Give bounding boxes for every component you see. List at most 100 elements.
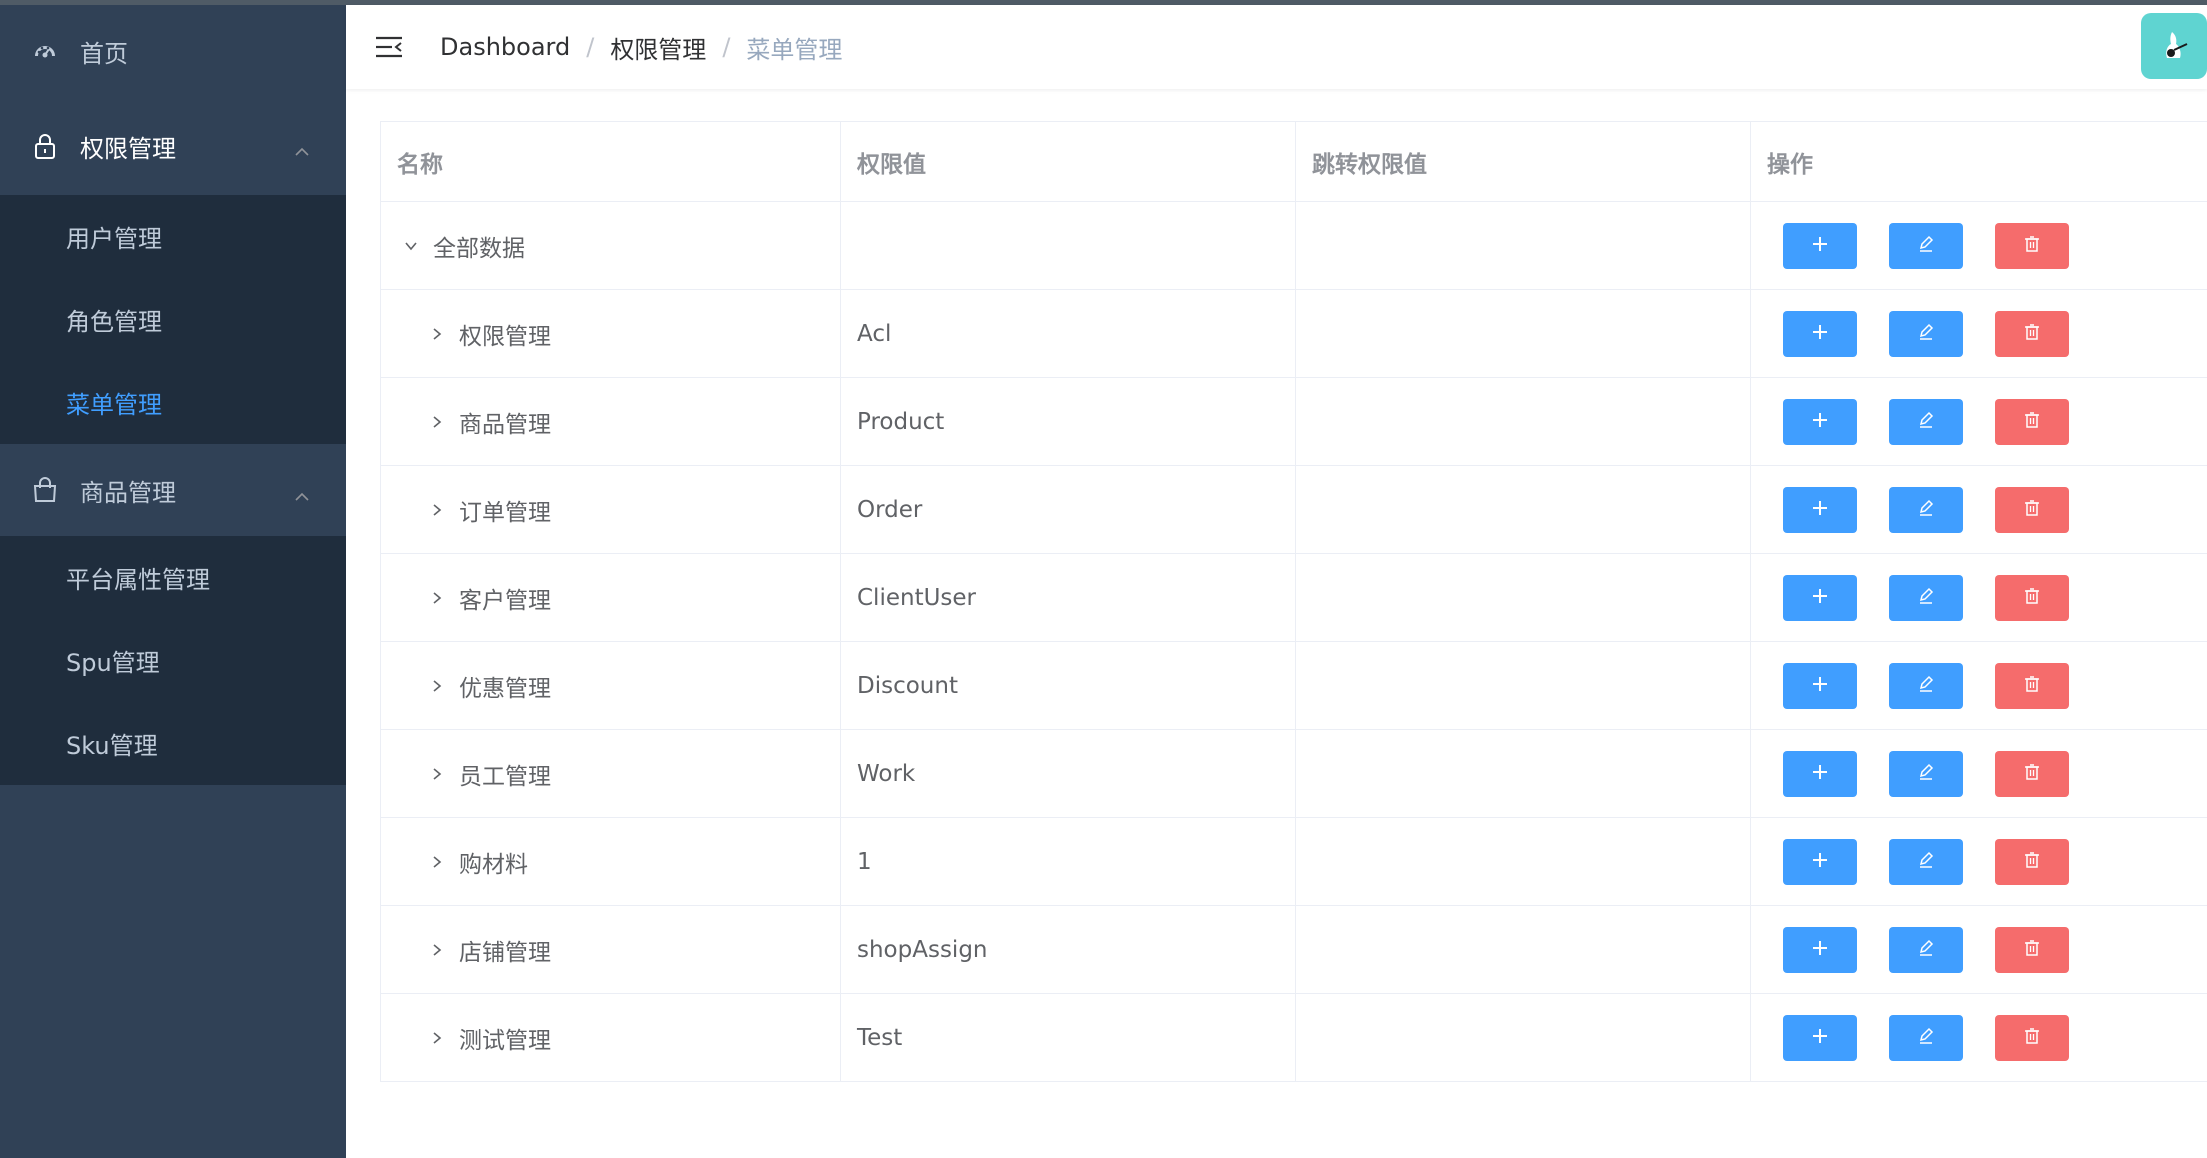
- shopping-bag-icon: [30, 475, 60, 505]
- cell-name: 员工管理: [381, 730, 841, 817]
- edit-button[interactable]: [1889, 750, 1963, 797]
- cell-to-code: [1296, 290, 1751, 377]
- edit-icon: [1917, 937, 1935, 963]
- sidebar-group-permission[interactable]: 权限管理: [0, 97, 346, 195]
- add-button[interactable]: [1783, 838, 1857, 885]
- sidebar-group-product[interactable]: 商品管理: [0, 444, 346, 536]
- delete-button[interactable]: [1995, 486, 2069, 533]
- menu-table: 名称 权限值 跳转权限值 操作 全部数据 权限管理 Acl 商品管理 Produ…: [380, 121, 2207, 1082]
- breadcrumb-dashboard[interactable]: Dashboard: [440, 33, 570, 61]
- avatar[interactable]: [2141, 13, 2207, 79]
- delete-button[interactable]: [1995, 662, 2069, 709]
- row-name: 订单管理: [459, 499, 551, 526]
- table-row-root: 全部数据: [381, 202, 2207, 290]
- cell-to-code: [1296, 994, 1751, 1081]
- cell-name: 优惠管理: [381, 642, 841, 729]
- delete-button[interactable]: [1995, 926, 2069, 973]
- sidebar-item-user-label: 用户管理: [66, 225, 162, 253]
- sidebar-item-role[interactable]: 角色管理: [0, 278, 346, 361]
- sidebar-item-user[interactable]: 用户管理: [0, 195, 346, 278]
- sidebar-item-spu[interactable]: Spu管理: [0, 619, 346, 702]
- sidebar-item-attr[interactable]: 平台属性管理: [0, 536, 346, 619]
- edit-button[interactable]: [1889, 662, 1963, 709]
- chevron-right-icon[interactable]: [423, 408, 451, 436]
- delete-button[interactable]: [1995, 1014, 2069, 1061]
- cell-to-code: [1296, 466, 1751, 553]
- delete-button[interactable]: [1995, 310, 2069, 357]
- chevron-right-icon[interactable]: [423, 584, 451, 612]
- sidebar-item-attr-label: 平台属性管理: [66, 566, 210, 594]
- cell-actions: [1751, 906, 2207, 993]
- main-content: 名称 权限值 跳转权限值 操作 全部数据 权限管理 Acl 商品管理 Produ…: [346, 89, 2207, 1158]
- chevron-right-icon[interactable]: [423, 760, 451, 788]
- trash-icon: [2023, 321, 2041, 347]
- delete-button[interactable]: [1995, 398, 2069, 445]
- chevron-right-icon[interactable]: [423, 936, 451, 964]
- plus-icon: [1811, 761, 1829, 787]
- edit-button[interactable]: [1889, 398, 1963, 445]
- chevron-right-icon[interactable]: [423, 320, 451, 348]
- breadcrumb: Dashboard / 权限管理 / 菜单管理: [440, 30, 842, 65]
- cell-actions: [1751, 642, 2207, 729]
- edit-button[interactable]: [1889, 486, 1963, 533]
- table-row: 优惠管理 Discount: [381, 642, 2207, 730]
- add-button[interactable]: [1783, 750, 1857, 797]
- trash-icon: [2023, 233, 2041, 259]
- trash-icon: [2023, 761, 2041, 787]
- chevron-right-icon[interactable]: [423, 672, 451, 700]
- cell-code: ClientUser: [841, 554, 1296, 641]
- edit-button[interactable]: [1889, 222, 1963, 269]
- sidebar-item-menu[interactable]: 菜单管理: [0, 361, 346, 444]
- plus-icon: [1811, 409, 1829, 435]
- add-button[interactable]: [1783, 398, 1857, 445]
- plus-icon: [1811, 1025, 1829, 1051]
- add-button[interactable]: [1783, 222, 1857, 269]
- delete-button[interactable]: [1995, 838, 2069, 885]
- chevron-right-icon[interactable]: [423, 1024, 451, 1052]
- chevron-right-icon[interactable]: [423, 848, 451, 876]
- chevron-right-icon[interactable]: [423, 496, 451, 524]
- sidebar-item-home[interactable]: 首页: [0, 5, 346, 97]
- delete-button[interactable]: [1995, 750, 2069, 797]
- chevron-down-icon[interactable]: [397, 232, 425, 260]
- add-button[interactable]: [1783, 1014, 1857, 1061]
- sidebar-item-menu-label: 菜单管理: [66, 391, 162, 419]
- edit-button[interactable]: [1889, 1014, 1963, 1061]
- table-header: 名称 权限值 跳转权限值 操作: [381, 122, 2207, 202]
- edit-button[interactable]: [1889, 838, 1963, 885]
- add-button[interactable]: [1783, 662, 1857, 709]
- cell-to-code: [1296, 378, 1751, 465]
- edit-button[interactable]: [1889, 574, 1963, 621]
- add-button[interactable]: [1783, 926, 1857, 973]
- add-button[interactable]: [1783, 310, 1857, 357]
- sidebar-item-sku[interactable]: Sku管理: [0, 702, 346, 785]
- delete-button[interactable]: [1995, 574, 2069, 621]
- plus-icon: [1811, 497, 1829, 523]
- cell-actions: [1751, 994, 2207, 1081]
- trash-icon: [2023, 497, 2041, 523]
- sidebar: 首页 权限管理 用户管理 角色管理 菜单管理 商品管理 平台属性管理 Spu管理…: [0, 5, 346, 1158]
- sidebar-item-home-label: 首页: [80, 39, 128, 68]
- navbar: Dashboard / 权限管理 / 菜单管理: [346, 5, 2207, 89]
- edit-icon: [1917, 849, 1935, 875]
- cell-actions: [1751, 554, 2207, 641]
- delete-button[interactable]: [1995, 222, 2069, 269]
- add-button[interactable]: [1783, 486, 1857, 533]
- edit-button[interactable]: [1889, 310, 1963, 357]
- table-row: 员工管理 Work: [381, 730, 2207, 818]
- cell-actions: [1751, 290, 2207, 377]
- cell-name: 权限管理: [381, 290, 841, 377]
- cell-actions: [1751, 378, 2207, 465]
- dashboard-icon: [30, 36, 60, 66]
- table-row: 订单管理 Order: [381, 466, 2207, 554]
- breadcrumb-permission[interactable]: 权限管理: [610, 30, 706, 65]
- cell-code: Acl: [841, 290, 1296, 377]
- cell-actions: [1751, 202, 2207, 289]
- sidebar-group-permission-label: 权限管理: [80, 134, 176, 163]
- edit-button[interactable]: [1889, 926, 1963, 973]
- cell-to-code: [1296, 818, 1751, 905]
- cell-code: [841, 202, 1296, 289]
- hamburger-menu-icon[interactable]: [374, 32, 404, 62]
- add-button[interactable]: [1783, 574, 1857, 621]
- cell-name: 店铺管理: [381, 906, 841, 993]
